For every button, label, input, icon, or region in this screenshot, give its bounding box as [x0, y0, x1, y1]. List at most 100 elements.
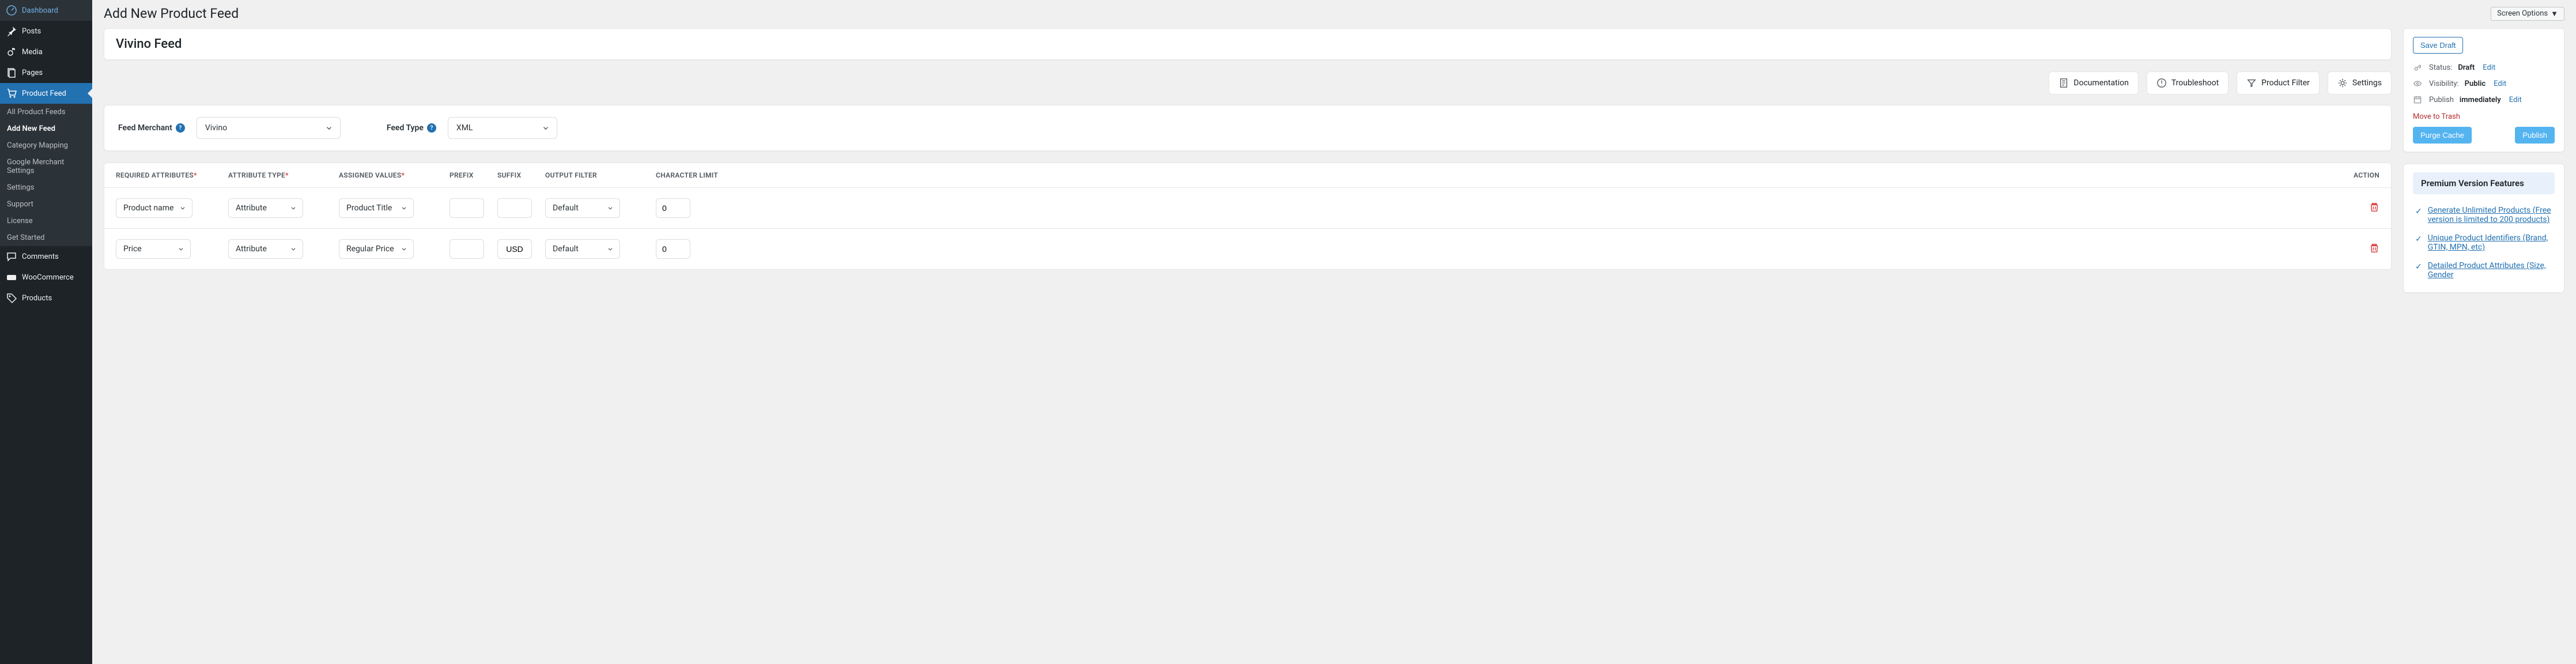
premium-link[interactable]: Detailed Product Attributes (Size, Gende…: [2428, 261, 2552, 280]
filter-select[interactable]: Default: [545, 239, 620, 259]
chevron-down-icon: ▼: [2551, 9, 2558, 18]
sidebar-label: Products: [22, 294, 52, 303]
feed-title-input[interactable]: Vivino Feed: [116, 37, 2379, 51]
sidebar-submenu: All Product Feeds Add New Feed Category …: [0, 104, 92, 246]
sub-item-support[interactable]: Support: [0, 196, 92, 213]
page-title: Add New Product Feed: [104, 6, 239, 21]
sidebar-item-media[interactable]: Media: [0, 42, 92, 62]
main-content: Add New Product Feed Screen Options ▼ Vi…: [92, 0, 2576, 664]
chevron-down-icon: [607, 246, 614, 252]
troubleshoot-button[interactable]: Troubleshoot: [2147, 71, 2228, 95]
table-row: Product name Attribute Product Title Def…: [104, 188, 2391, 229]
product-filter-button[interactable]: Product Filter: [2237, 71, 2320, 95]
suffix-input[interactable]: [497, 239, 532, 259]
sidebar-label: Pages: [22, 69, 43, 77]
premium-title: Premium Version Features: [2413, 172, 2555, 194]
feed-title-box[interactable]: Vivino Feed: [104, 28, 2392, 60]
assigned-select[interactable]: Product Title: [339, 198, 414, 218]
premium-item: ✓ Unique Product Identifiers (Brand, GTI…: [2413, 229, 2555, 256]
premium-link[interactable]: Generate Unlimited Products (Free versio…: [2428, 206, 2552, 224]
select-value: Vivino: [205, 123, 227, 133]
chevron-down-icon: [290, 205, 297, 212]
move-to-trash-link[interactable]: Move to Trash: [2413, 112, 2460, 121]
status-row: Status: Draft Edit: [2413, 59, 2555, 76]
dashboard-icon: [6, 5, 17, 16]
document-icon: [2058, 78, 2069, 88]
sub-item-settings[interactable]: Settings: [0, 179, 92, 196]
merchant-select[interactable]: Vivino: [197, 117, 341, 139]
limit-input[interactable]: [656, 198, 690, 218]
sidebar-item-dashboard[interactable]: Dashboard: [0, 0, 92, 21]
visibility-row: Visibility: Public Edit: [2413, 76, 2555, 92]
sub-item-get-started[interactable]: Get Started: [0, 229, 92, 246]
header-action: ACTION: [736, 171, 2379, 179]
pin-icon: [6, 25, 17, 37]
help-icon[interactable]: ?: [427, 123, 436, 133]
sidebar-item-products[interactable]: Products: [0, 288, 92, 308]
toolbar-label: Product Filter: [2261, 78, 2310, 88]
documentation-button[interactable]: Documentation: [2049, 71, 2139, 95]
sidebar-item-pages[interactable]: Pages: [0, 62, 92, 83]
alert-icon: [2156, 78, 2167, 88]
check-icon: ✓: [2415, 207, 2422, 224]
suffix-input[interactable]: [497, 198, 532, 218]
toolbar-row: Documentation Troubleshoot Product Filte…: [104, 71, 2392, 95]
edit-visibility-link[interactable]: Edit: [2494, 80, 2506, 88]
merchant-label: Feed Merchant ?: [118, 123, 185, 133]
sub-item-category-mapping[interactable]: Category Mapping: [0, 137, 92, 154]
chevron-down-icon: [542, 124, 550, 132]
header-prefix: PREFIX: [450, 171, 497, 179]
save-draft-button[interactable]: Save Draft: [2413, 37, 2463, 54]
settings-button[interactable]: Settings: [2328, 71, 2392, 95]
tag-icon: [6, 292, 17, 304]
filter-select[interactable]: Default: [545, 198, 620, 218]
sidebar-item-comments[interactable]: Comments: [0, 246, 92, 267]
header-assigned: ASSIGNED VALUES*: [339, 171, 450, 179]
header-limit: CHARACTER LIMIT: [656, 171, 736, 179]
media-icon: [6, 46, 17, 58]
help-icon[interactable]: ?: [176, 123, 185, 133]
header-type: ATTRIBUTE TYPE*: [228, 171, 339, 179]
cart-icon: [6, 88, 17, 99]
screen-options-label: Screen Options: [2497, 9, 2548, 18]
header-suffix: SUFFIX: [497, 171, 545, 179]
prefix-input[interactable]: [450, 239, 484, 259]
pages-icon: [6, 67, 17, 78]
sidebar-item-woocommerce[interactable]: WooCommerce: [0, 267, 92, 288]
screen-options-button[interactable]: Screen Options ▼: [2491, 7, 2564, 21]
limit-input[interactable]: [656, 239, 690, 259]
woo-icon: [6, 271, 17, 283]
premium-link[interactable]: Unique Product Identifiers (Brand, GTIN,…: [2428, 233, 2552, 252]
delete-row-button[interactable]: [2369, 243, 2379, 253]
premium-item: ✓ Detailed Product Attributes (Size, Gen…: [2413, 256, 2555, 284]
edit-status-link[interactable]: Edit: [2483, 63, 2495, 72]
sub-item-google-merchant[interactable]: Google Merchant Settings: [0, 154, 92, 179]
chevron-down-icon: [325, 124, 333, 132]
toolbar-label: Troubleshoot: [2171, 78, 2219, 88]
sub-item-all-feeds[interactable]: All Product Feeds: [0, 104, 92, 120]
sidebar-item-product-feed[interactable]: Product Feed: [0, 83, 92, 104]
type-select[interactable]: Attribute: [228, 239, 303, 259]
sidebar-item-posts[interactable]: Posts: [0, 21, 92, 42]
chevron-down-icon: [177, 246, 184, 252]
sub-item-add-new[interactable]: Add New Feed: [0, 120, 92, 137]
chevron-down-icon: [607, 205, 614, 212]
required-select[interactable]: Product name: [116, 198, 192, 218]
type-select[interactable]: Attribute: [228, 198, 303, 218]
type-select[interactable]: XML: [448, 117, 557, 139]
required-select[interactable]: Price: [116, 239, 191, 259]
check-icon: ✓: [2415, 235, 2422, 252]
prefix-input[interactable]: [450, 198, 484, 218]
edit-schedule-link[interactable]: Edit: [2509, 96, 2522, 104]
select-value: XML: [456, 123, 473, 133]
assigned-select[interactable]: Regular Price: [339, 239, 414, 259]
sub-item-license[interactable]: License: [0, 213, 92, 229]
eye-icon: [2413, 79, 2423, 88]
type-label: Feed Type ?: [387, 123, 436, 133]
sidebar-label: WooCommerce: [22, 273, 74, 282]
purge-cache-button[interactable]: Purge Cache: [2413, 127, 2472, 144]
schedule-row: Publish immediately Edit: [2413, 92, 2555, 108]
delete-row-button[interactable]: [2369, 202, 2379, 212]
publish-button[interactable]: Publish: [2515, 127, 2555, 144]
sidebar-label: Comments: [22, 252, 59, 261]
